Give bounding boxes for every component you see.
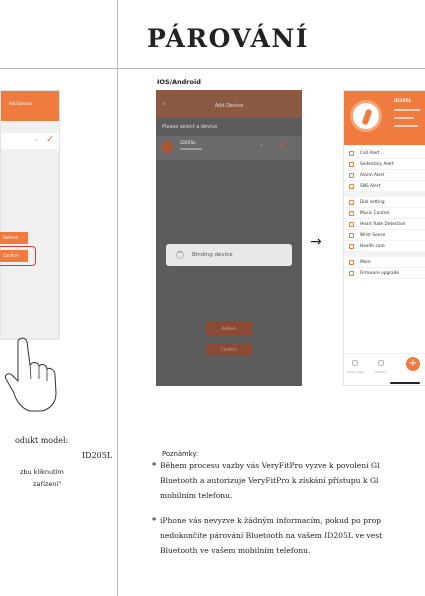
add-icon: +: [406, 357, 420, 371]
menu-item: More: [344, 257, 425, 268]
music-icon: [349, 211, 354, 216]
app-device-name: ID205L: [394, 99, 412, 104]
menu-item: Health care: [344, 241, 425, 252]
select-prompt: Please select a device: [162, 124, 218, 130]
device-row: ID205L • ✓: [156, 136, 302, 160]
platform-label: IOS/Android: [157, 78, 201, 86]
signal-icon: •: [260, 143, 263, 149]
check-icon: ✓: [46, 134, 55, 145]
refresh-button: Refresh: [206, 322, 252, 335]
left-caption-line: odukt model:: [15, 436, 69, 445]
left-phone-device-row: • ✓: [1, 133, 59, 149]
note-line: mobilním telefonu.: [160, 491, 233, 500]
note-item: * iPhone vás nevyzve k žádným informacím…: [152, 513, 425, 558]
confirm-button: Confirm: [206, 343, 252, 356]
header-line: [394, 117, 414, 119]
bullet-star: *: [152, 460, 157, 470]
signal-icon: •: [35, 138, 38, 144]
note-item: * Během procesu vazby vás VeryFitPro vyz…: [152, 458, 425, 503]
menu-item: Heart Rate Detection: [344, 219, 425, 230]
pairing-header-title: Add Device: [214, 103, 244, 109]
highlight-box: [0, 246, 36, 266]
menu-item: Call Alert: [344, 148, 425, 159]
device-name: ID205L: [180, 141, 196, 146]
message-icon: [349, 184, 354, 189]
activity-tab-icon: [378, 360, 384, 366]
pairing-phone-screenshot: ‹ Add Device Please select a device ID20…: [156, 90, 302, 386]
app-menu: Call Alert Sedentary Alert Alarm Alert S…: [344, 145, 425, 279]
left-refresh-button: Refresh: [0, 232, 28, 244]
tab-label: Activity: [375, 370, 387, 374]
device-subtext: [180, 148, 202, 150]
left-caption-line: zbu kliknutím: [20, 468, 64, 476]
app-tab-bar: Home page Activity +: [344, 353, 425, 385]
wrist-icon: [349, 233, 354, 238]
header-line: [394, 125, 418, 127]
note-line: Bluetooth ve vašem mobilním telefonu.: [160, 546, 311, 555]
header-line: [394, 109, 420, 111]
sedentary-icon: [349, 162, 354, 167]
home-indicator: [390, 382, 420, 384]
device-logo-icon: [161, 141, 173, 153]
bullet-star: *: [152, 515, 157, 525]
more-icon: [349, 260, 354, 265]
column-divider: [117, 0, 118, 596]
app-logo-icon: [350, 100, 382, 132]
pointing-hand-icon: [5, 337, 57, 412]
menu-item: Firmware upgrade: [344, 268, 425, 279]
home-tab-icon: [352, 360, 358, 366]
health-icon: [349, 244, 354, 249]
binding-text: Binding device: [192, 252, 233, 258]
pairing-header: ‹ Add Device: [156, 90, 302, 118]
check-icon: ✓: [278, 137, 290, 153]
left-phone-screenshot: Add Device • ✓: [0, 90, 60, 340]
spinner-icon: [176, 251, 184, 259]
note-line: Bluetooth a autorizuje VeryFitPro k získ…: [160, 476, 379, 485]
heart-icon: [349, 222, 354, 227]
left-caption-line: zařízení": [33, 480, 62, 488]
left-caption-line: ID205L: [82, 451, 113, 460]
tab-label: Home page: [347, 370, 365, 374]
alarm-icon: [349, 173, 354, 178]
app-phone-screenshot: ID205L Call Alert Sedentary Alert Alarm …: [343, 90, 425, 386]
menu-item: Music Control: [344, 208, 425, 219]
menu-item: Sedentary Alert: [344, 159, 425, 170]
note-line: Během procesu vazby vás VeryFitPro vyzve…: [160, 461, 380, 470]
menu-item: Dial setting: [344, 197, 425, 208]
page-title: PÁROVÁNÍ: [147, 24, 309, 53]
binding-dialog: Binding device: [166, 244, 292, 266]
manual-page: PÁROVÁNÍ Add Device • ✓ Refresh Confirm …: [0, 0, 425, 596]
phone-icon: [349, 151, 354, 156]
notes-title: Poznámky:: [162, 450, 199, 458]
menu-item: Alarm Alert: [344, 170, 425, 181]
arrow-right-icon: →: [310, 234, 322, 250]
note-line: iPhone vás nevyzve k žádným informacím, …: [160, 516, 382, 525]
dial-icon: [349, 200, 354, 205]
back-icon: ‹: [163, 100, 166, 108]
note-line: nedokončíte párování Bluetooth na vašem …: [160, 531, 383, 540]
menu-item: SNS Alert: [344, 181, 425, 192]
header-divider: [0, 68, 425, 69]
app-header: ID205L: [344, 91, 425, 145]
left-phone-header: Add Device: [1, 91, 59, 121]
menu-item: Wrist Sense: [344, 230, 425, 241]
upgrade-icon: [349, 271, 354, 276]
